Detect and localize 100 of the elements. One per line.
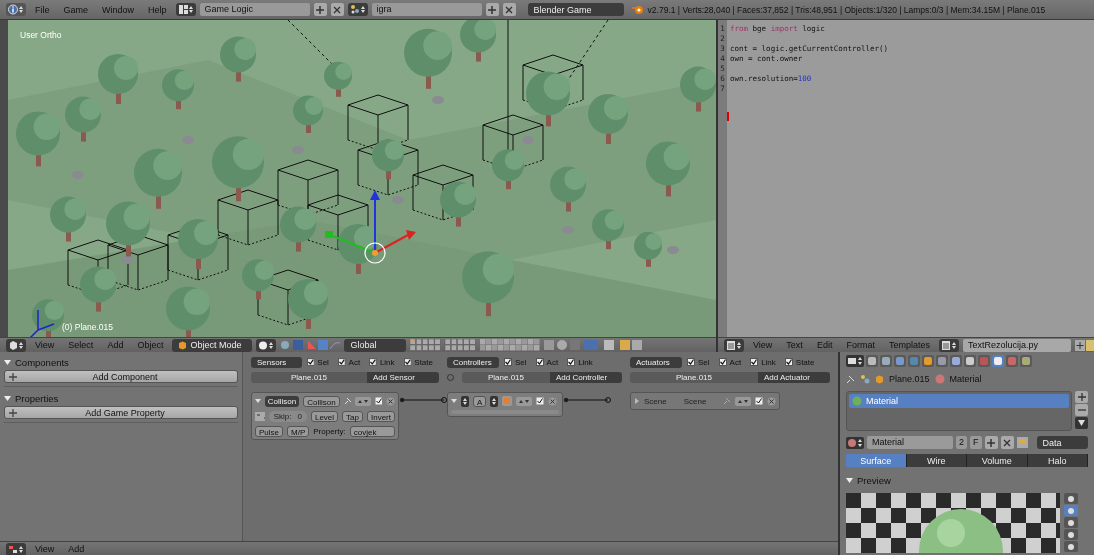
menu-item[interactable]: Help bbox=[143, 4, 172, 15]
invert-button[interactable]: Invert bbox=[367, 410, 395, 422]
user-count[interactable]: 2 bbox=[956, 436, 967, 449]
add-brick-dropdown[interactable]: Add Sensor bbox=[367, 371, 439, 383]
menu-item[interactable]: View bbox=[30, 340, 60, 350]
close-icon[interactable] bbox=[767, 396, 776, 406]
checkbox[interactable] bbox=[535, 358, 544, 366]
context-tab[interactable] bbox=[950, 355, 962, 367]
mode-dropdown[interactable]: Object Mode bbox=[172, 338, 253, 352]
menu-item[interactable]: Object bbox=[132, 340, 169, 350]
pulse-toggle-icon[interactable] bbox=[255, 411, 265, 421]
move-arrows-icon[interactable] bbox=[355, 396, 371, 406]
menu-item[interactable]: Window bbox=[97, 4, 140, 15]
checkbox[interactable] bbox=[567, 358, 576, 366]
menu-item[interactable]: Text bbox=[781, 340, 808, 350]
checkbox[interactable] bbox=[750, 358, 759, 366]
move-arrows-icon[interactable] bbox=[516, 396, 533, 406]
editor-type-icon[interactable] bbox=[846, 355, 864, 367]
editor-type-button[interactable] bbox=[6, 542, 26, 555]
preview-shape-button[interactable] bbox=[1064, 541, 1078, 552]
link-dropdown[interactable]: Data bbox=[1036, 436, 1088, 449]
menu-item[interactable]: View bbox=[748, 340, 778, 350]
context-tab[interactable] bbox=[964, 355, 976, 367]
editor-type-button[interactable] bbox=[6, 338, 26, 352]
menu-item[interactable]: Add bbox=[63, 544, 90, 554]
add-slot-button[interactable] bbox=[1075, 391, 1088, 403]
updown-arrows-icon[interactable] bbox=[461, 395, 469, 407]
add-button[interactable] bbox=[984, 436, 998, 449]
add-button[interactable]: Add Game Property bbox=[4, 406, 238, 419]
checkbox[interactable] bbox=[306, 358, 315, 366]
checkbox[interactable] bbox=[337, 358, 346, 366]
expanded-triangle-icon[interactable] bbox=[846, 476, 853, 484]
preview-shape-button[interactable] bbox=[1064, 493, 1078, 504]
collapse-triangle-icon[interactable] bbox=[451, 398, 457, 404]
preview-shape-button[interactable] bbox=[1064, 505, 1078, 516]
add-button[interactable]: Add Component bbox=[4, 370, 238, 383]
add-button[interactable] bbox=[313, 3, 327, 16]
sensor-name-field[interactable]: Collison bbox=[303, 395, 340, 407]
context-tab[interactable] bbox=[894, 355, 906, 367]
context-tab[interactable] bbox=[1020, 355, 1032, 367]
context-tab[interactable] bbox=[922, 355, 934, 367]
tab[interactable]: Surface bbox=[846, 454, 907, 467]
brick-type-dropdown[interactable]: Actuators bbox=[630, 356, 682, 368]
collapse-triangle-icon[interactable] bbox=[255, 398, 261, 404]
expanded-triangle-icon[interactable] bbox=[4, 394, 11, 402]
menu-item[interactable]: Select bbox=[63, 340, 99, 350]
screen-layout-button[interactable] bbox=[175, 3, 196, 16]
pulse-button[interactable]: Pulse bbox=[255, 425, 283, 437]
tab[interactable]: Volume bbox=[967, 454, 1028, 467]
tab[interactable]: Wire bbox=[906, 454, 967, 467]
text-browse-button[interactable] bbox=[938, 338, 959, 352]
menu-item[interactable]: Game bbox=[58, 4, 94, 15]
context-tab[interactable] bbox=[866, 355, 878, 367]
layers-drawing[interactable] bbox=[410, 339, 541, 351]
context-tab[interactable] bbox=[880, 355, 892, 367]
controller-type-button[interactable]: A bbox=[473, 395, 487, 407]
render-engine-dropdown[interactable]: Blender Game bbox=[527, 3, 624, 16]
checkbox[interactable] bbox=[369, 358, 377, 366]
add-brick-dropdown[interactable]: Add Controller bbox=[550, 371, 622, 383]
editor-type-button[interactable] bbox=[724, 338, 744, 352]
material-property-button[interactable]: M/P bbox=[287, 425, 310, 437]
context-tab[interactable] bbox=[992, 355, 1004, 367]
checkbox[interactable] bbox=[718, 358, 727, 366]
menu-item[interactable]: File bbox=[30, 4, 55, 15]
add-brick-dropdown[interactable]: Add Actuator bbox=[758, 371, 830, 383]
brick-type-dropdown[interactable]: Controllers bbox=[447, 356, 499, 368]
brick-type-dropdown[interactable]: Sensors bbox=[251, 356, 302, 368]
level-button[interactable]: Level bbox=[310, 410, 339, 422]
updown-arrows-icon[interactable] bbox=[490, 395, 499, 407]
checkbox[interactable] bbox=[687, 358, 695, 366]
tap-button[interactable]: Tap bbox=[342, 410, 363, 422]
preview-shape-button[interactable] bbox=[1064, 517, 1078, 528]
shading-button[interactable] bbox=[256, 338, 277, 352]
fake-user-button[interactable]: F bbox=[970, 436, 982, 449]
close-icon[interactable] bbox=[548, 396, 558, 406]
sensor-type-dropdown[interactable]: Collison bbox=[264, 395, 300, 407]
skip-field[interactable]: Skip: 0 bbox=[268, 410, 307, 422]
text-name-field[interactable]: TextRezolucija.py bbox=[962, 338, 1071, 352]
orientation-dropdown[interactable]: Global bbox=[344, 338, 407, 352]
menu-item[interactable]: Format bbox=[841, 340, 880, 350]
menu-item[interactable]: Templates bbox=[883, 340, 935, 350]
expanded-triangle-icon[interactable] bbox=[4, 358, 11, 366]
delete-button[interactable] bbox=[502, 3, 516, 16]
checkbox-icon[interactable] bbox=[536, 397, 545, 405]
material-browse-icon[interactable] bbox=[846, 436, 864, 449]
property-field[interactable]: covjek bbox=[349, 425, 395, 437]
unlink-button[interactable] bbox=[1000, 436, 1014, 449]
menu-item[interactable]: Add bbox=[102, 340, 129, 350]
checkbox[interactable] bbox=[784, 358, 793, 366]
screen-layout-field[interactable]: Game Logic bbox=[199, 3, 310, 16]
preview-shape-button[interactable] bbox=[1064, 529, 1078, 540]
menu-item[interactable]: Edit bbox=[811, 340, 838, 350]
editor-type-button[interactable] bbox=[6, 3, 26, 16]
add-button[interactable] bbox=[485, 3, 499, 16]
tab[interactable]: Halo bbox=[1027, 454, 1088, 467]
scene-field[interactable]: igra bbox=[371, 3, 482, 16]
context-tab[interactable] bbox=[936, 355, 948, 367]
checkbox-icon[interactable] bbox=[374, 397, 383, 405]
delete-button[interactable] bbox=[330, 3, 344, 16]
move-arrows-icon[interactable] bbox=[735, 396, 752, 406]
